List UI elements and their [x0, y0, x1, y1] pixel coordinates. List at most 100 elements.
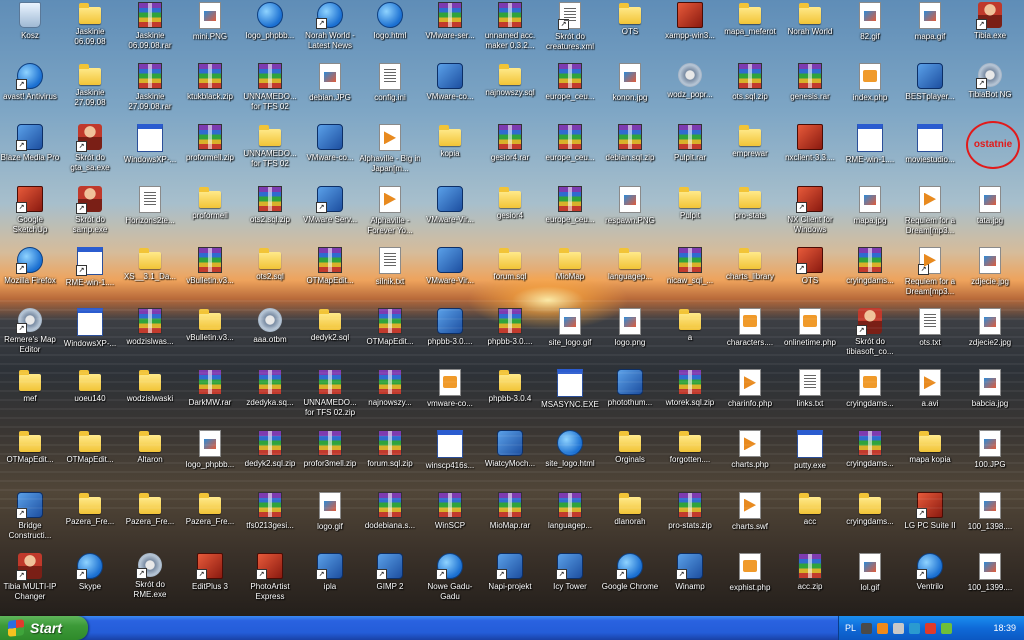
- desktop-icon[interactable]: Altaron: [120, 428, 180, 488]
- desktop-icon[interactable]: uoeu140: [60, 367, 120, 427]
- desktop-icon[interactable]: acc.zip: [780, 551, 840, 611]
- desktop-icon[interactable]: a: [660, 306, 720, 366]
- desktop-icon[interactable]: ↗ Tibia.exe: [960, 0, 1020, 60]
- desktop-icon[interactable]: Jaskinie 27.09.08.rar: [120, 61, 180, 121]
- desktop-icon[interactable]: ↗ Ventrilo: [900, 551, 960, 611]
- desktop-icon[interactable]: ↗ Remere's Map Editor: [0, 306, 60, 366]
- desktop-icon[interactable]: a.avi: [900, 367, 960, 427]
- desktop-icon[interactable]: respawn.PNG: [600, 184, 660, 244]
- desktop-icon[interactable]: proformell.zip: [180, 122, 240, 182]
- desktop-icon[interactable]: ↗ Skype: [60, 551, 120, 611]
- desktop-icon[interactable]: characters....: [720, 306, 780, 366]
- desktop-icon[interactable]: ↗ GIMP 2: [360, 551, 420, 611]
- desktop-icon[interactable]: ↗ Skrót do creatures.xml: [540, 0, 600, 60]
- desktop-icon[interactable]: najnowszy.sql: [480, 61, 540, 121]
- desktop-icon[interactable]: UNNAMEDO... for TFS 02.zip: [300, 367, 360, 427]
- desktop-icon[interactable]: VMware-co...: [300, 122, 360, 182]
- tray-gadugadu-icon[interactable]: [941, 622, 953, 634]
- desktop-icon[interactable]: Pulpit: [660, 184, 720, 244]
- desktop-icon[interactable]: wtorek.sql.zip: [660, 367, 720, 427]
- desktop-icon[interactable]: WinSCP: [420, 490, 480, 550]
- desktop-icon[interactable]: wodz_popr...: [660, 61, 720, 121]
- desktop-icon[interactable]: VMware-ser...: [420, 0, 480, 60]
- desktop-icon[interactable]: VMware-co...: [420, 61, 480, 121]
- desktop-icon[interactable]: OTMapEdit...: [300, 245, 360, 305]
- desktop-icon[interactable]: ↗ Google SketchUp: [0, 184, 60, 244]
- desktop-icon[interactable]: acc: [780, 490, 840, 550]
- desktop-icon[interactable]: ↗ NX Client for Windows: [780, 184, 840, 244]
- desktop-icon[interactable]: UNNAMEDO... for TFS 02: [240, 122, 300, 182]
- desktop-icon[interactable]: logo.png: [600, 306, 660, 366]
- desktop-icon[interactable]: tata.jpg: [960, 184, 1020, 244]
- desktop-icon[interactable]: kopia: [420, 122, 480, 182]
- desktop-icon[interactable]: ots.txt: [900, 306, 960, 366]
- desktop-icon[interactable]: nicaw_sql_...: [660, 245, 720, 305]
- tray-network-icon[interactable]: [893, 622, 905, 634]
- desktop-icon[interactable]: index.php: [840, 61, 900, 121]
- desktop-icon[interactable]: ↗ PhotoArtist Express: [240, 551, 300, 611]
- desktop-icon[interactable]: phpbb-3.0.4: [480, 367, 540, 427]
- desktop-icon[interactable]: pro-stats: [720, 184, 780, 244]
- desktop-icon[interactable]: lol.gif: [840, 551, 900, 611]
- desktop-icon[interactable]: proformell: [180, 184, 240, 244]
- desktop-icon[interactable]: charinfo.php: [720, 367, 780, 427]
- desktop-icon[interactable]: ktukblack.zip: [180, 61, 240, 121]
- desktop-icon[interactable]: Pulpit.rar: [660, 122, 720, 182]
- desktop-icon[interactable]: ↗ Icy Tower: [540, 551, 600, 611]
- desktop-icon[interactable]: ↗ Skrót do gta_sa.exe: [60, 122, 120, 182]
- desktop-icon[interactable]: languagep...: [600, 245, 660, 305]
- desktop-icon[interactable]: europe_ceu...: [540, 122, 600, 182]
- desktop-icon[interactable]: putty.exe: [780, 428, 840, 488]
- desktop-icon[interactable]: mapa_meferot: [720, 0, 780, 60]
- desktop-icon[interactable]: tfs0213gesi...: [240, 490, 300, 550]
- desktop-icon[interactable]: ↗ Skrót do samp.exe: [60, 184, 120, 244]
- desktop-icon[interactable]: ↗ OTS: [780, 245, 840, 305]
- desktop-icon[interactable]: zdjecie.jpg: [960, 245, 1020, 305]
- desktop-icon[interactable]: Norah World: [780, 0, 840, 60]
- desktop-icon[interactable]: Pazera_Fre...: [120, 490, 180, 550]
- desktop-icon[interactable]: ↗ Norah World - Latest News: [300, 0, 360, 60]
- desktop-icon[interactable]: UNNAMEDO... for TFS 02: [240, 61, 300, 121]
- desktop-icon[interactable]: languagep...: [540, 490, 600, 550]
- desktop-icon[interactable]: ↗ avast! Antivirus: [0, 61, 60, 121]
- desktop-icon[interactable]: debian.JPG: [300, 61, 360, 121]
- desktop-icon[interactable]: wodzislwas...: [120, 306, 180, 366]
- desktop-icon[interactable]: mapa kopia: [900, 428, 960, 488]
- desktop-icon[interactable]: phpbb-3.0....: [480, 306, 540, 366]
- desktop-icon[interactable]: MSASYNC.EXE: [540, 367, 600, 427]
- tray-avast-icon[interactable]: [877, 622, 889, 634]
- desktop-icon[interactable]: DarkMW.rar: [180, 367, 240, 427]
- desktop-icon[interactable]: logo_phpbb...: [240, 0, 300, 60]
- desktop-icon[interactable]: photothum...: [600, 367, 660, 427]
- desktop-icon[interactable]: logo_phpbb...: [180, 428, 240, 488]
- desktop-icon[interactable]: najnowszy...: [360, 367, 420, 427]
- desktop-icon[interactable]: logo.html: [360, 0, 420, 60]
- desktop-icon[interactable]: ↗ Skrót do tibiasoft_co...: [840, 306, 900, 366]
- desktop-icon[interactable]: VMware-Vir...: [420, 184, 480, 244]
- desktop-icon[interactable]: cryingdams...: [840, 245, 900, 305]
- desktop-icon[interactable]: forum.sql: [480, 245, 540, 305]
- desktop-icon[interactable]: ↗ LG PC Suite II: [900, 490, 960, 550]
- desktop-icon[interactable]: mini.PNG: [180, 0, 240, 60]
- desktop-icon[interactable]: MioMap.rar: [480, 490, 540, 550]
- desktop-icon[interactable]: Orginals: [600, 428, 660, 488]
- desktop-icon[interactable]: ↗ Bridge Constructi...: [0, 490, 60, 550]
- start-button[interactable]: Start: [0, 616, 88, 640]
- desktop-icon[interactable]: ↗ RME-win-1....: [60, 245, 120, 305]
- desktop-icon[interactable]: ↗ Nowe Gadu-Gadu: [420, 551, 480, 611]
- desktop-icon[interactable]: xampp-win3...: [660, 0, 720, 60]
- tray-app-icon[interactable]: [861, 622, 873, 634]
- desktop-icon[interactable]: ↗ Requiem for a Dream[mp3...: [900, 245, 960, 305]
- desktop-icon[interactable]: config.ini: [360, 61, 420, 121]
- desktop-icon[interactable]: mapa.jpg: [840, 184, 900, 244]
- desktop-icon[interactable]: ↗ Tibia MULTI-IP Changer: [0, 551, 60, 611]
- desktop-icon[interactable]: emprewar: [720, 122, 780, 182]
- tray-security-icon[interactable]: [925, 622, 937, 634]
- desktop-icon[interactable]: Pazera_Fre...: [180, 490, 240, 550]
- desktop-icon[interactable]: MioMap: [540, 245, 600, 305]
- desktop-icon[interactable]: nxclient-3.3....: [780, 122, 840, 182]
- desktop-icon[interactable]: Kosz: [0, 0, 60, 60]
- desktop-icon[interactable]: site_logo.html: [540, 428, 600, 488]
- desktop-icon[interactable]: ↗ Google Chrome: [600, 551, 660, 611]
- desktop-icon[interactable]: XS__3.1_Da...: [120, 245, 180, 305]
